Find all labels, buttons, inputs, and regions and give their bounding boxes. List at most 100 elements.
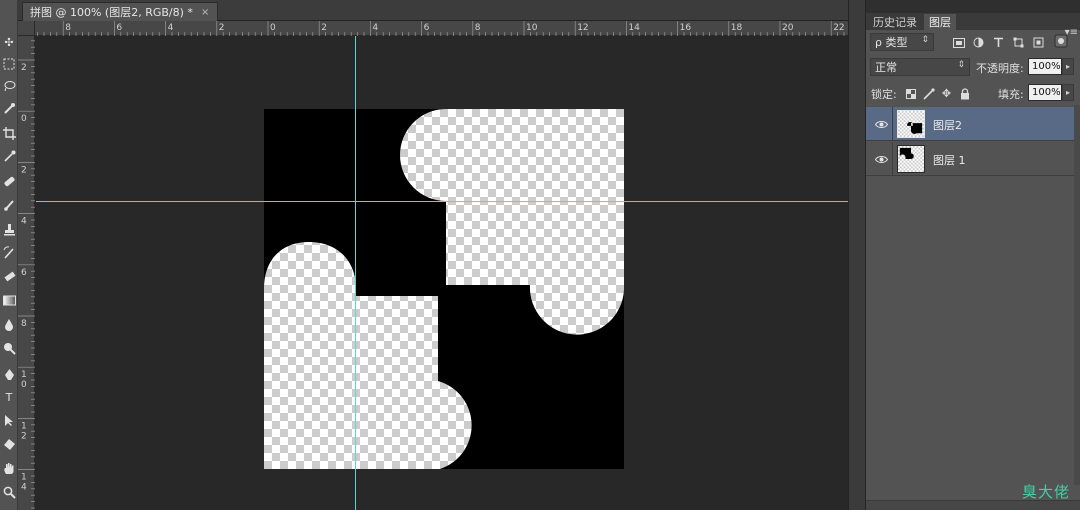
ruler-top-label: 2: [321, 23, 327, 33]
clone-stamp-tool-icon[interactable]: [1, 221, 17, 237]
pixel-filter-icon[interactable]: [952, 36, 965, 49]
fill-input[interactable]: 100%: [1028, 84, 1062, 101]
ruler-left-label: 0: [21, 114, 27, 124]
ruler-top-label: 10: [526, 23, 538, 33]
quick-select-tool-icon[interactable]: [1, 100, 17, 116]
ruler-top-label: 6: [116, 23, 122, 33]
visibility-eye-icon[interactable]: [874, 152, 888, 166]
ruler-left-label: 4: [21, 483, 27, 493]
pen-tool-icon[interactable]: [1, 366, 17, 382]
smart-object-filter-icon[interactable]: [1032, 36, 1045, 49]
visibility-eye-icon[interactable]: [874, 117, 888, 131]
zoom-tool-icon[interactable]: [1, 484, 17, 500]
type-filter-icon[interactable]: [992, 36, 1005, 49]
shape-tool-icon[interactable]: [1, 436, 17, 452]
layer-name[interactable]: 图层 1: [933, 152, 966, 168]
ruler-top-label: 20: [782, 23, 794, 33]
panel-top-strip: [866, 0, 1080, 13]
tools-panel: ✣ T: [0, 0, 18, 510]
layer-name[interactable]: 图层2: [933, 117, 962, 133]
lock-transparent-pixels-icon[interactable]: [904, 87, 917, 100]
chevron-updown-icon: ⇕: [921, 35, 929, 45]
layer-thumbnail: [897, 145, 925, 173]
lock-all-icon[interactable]: [958, 87, 971, 100]
lock-label: 锁定:: [871, 88, 897, 101]
opacity-input[interactable]: 100%: [1028, 58, 1062, 75]
row-divider: [892, 142, 893, 176]
ruler-top-label: 22: [833, 23, 844, 33]
fill-dropdown-icon[interactable]: ▸: [1062, 84, 1074, 101]
brush-tool-icon[interactable]: [1, 196, 17, 212]
close-icon[interactable]: ×: [201, 7, 209, 18]
history-brush-tool-icon[interactable]: [1, 244, 17, 260]
ruler-left-label: 4: [21, 217, 27, 227]
lock-image-pixels-icon[interactable]: [922, 87, 935, 100]
adjustment-filter-icon[interactable]: [972, 36, 985, 49]
ruler-left-label: 1: [21, 370, 27, 380]
opacity-label: 不透明度:: [976, 62, 1024, 75]
ruler-top-label: 18: [731, 23, 743, 33]
vertical-guide[interactable]: [355, 36, 356, 510]
ruler-top-label: 16: [680, 23, 692, 33]
filter-toggle-icon[interactable]: [1053, 34, 1069, 48]
horizontal-ruler[interactable]: 8 6 4 2 0 2 4 6 8 10 12 14 16 18 20 22: [18, 21, 848, 36]
ruler-top-label: 8: [475, 23, 481, 33]
layers-scrollbar[interactable]: [1074, 105, 1080, 485]
eraser-tool-icon[interactable]: [1, 268, 17, 284]
layers-panel: 历史记录 图层 ▾≡ ρ 类型 ⇕ 正常 ⇕ 不透明度: 100% ▸ 锁定: …: [866, 0, 1080, 510]
layer-filter-value: ρ 类型: [875, 36, 908, 49]
gradient-tool-icon[interactable]: [1, 292, 17, 308]
blend-mode-value: 正常: [875, 61, 897, 74]
watermark-text: 臭大佬: [1021, 483, 1070, 501]
ruler-top-label: 4: [168, 23, 174, 33]
tab-history[interactable]: 历史记录: [868, 14, 922, 30]
ruler-left-label: 1: [21, 421, 27, 431]
ruler-top-label: 14: [628, 23, 640, 33]
document-canvas[interactable]: [264, 109, 624, 469]
blur-tool-icon[interactable]: [1, 316, 17, 332]
ruler-left-label: 8: [21, 319, 27, 329]
hand-tool-icon[interactable]: [1, 460, 17, 476]
ruler-top-label: 2: [219, 23, 225, 33]
layer-thumbnail: [897, 110, 925, 138]
opacity-dropdown-icon[interactable]: ▸: [1062, 58, 1074, 75]
layer-filter-select[interactable]: ρ 类型 ⇕: [870, 33, 934, 51]
ruler-left-label: 6: [21, 268, 27, 278]
canvas-workspace[interactable]: [36, 36, 848, 510]
type-tool-icon[interactable]: T: [1, 389, 17, 405]
layer-row-layer2[interactable]: 图层2: [866, 107, 1074, 141]
shape-filter-icon[interactable]: [1012, 36, 1025, 49]
path-selection-tool-icon[interactable]: [1, 412, 17, 428]
ruler-top-label: 12: [577, 23, 588, 33]
vertical-ruler-ticks: 202468101214: [18, 40, 35, 509]
ruler-top-label: 4: [372, 23, 378, 33]
healing-brush-tool-icon[interactable]: [1, 173, 17, 189]
dodge-tool-icon[interactable]: [1, 340, 17, 356]
document-tab-bar: 拼图 @ 100% (图层2, RGB/8) * ×: [18, 0, 848, 21]
layer-row-layer1[interactable]: 图层 1: [866, 142, 1074, 176]
vertical-ruler[interactable]: 202468101214: [18, 36, 35, 510]
marquee-tool-icon[interactable]: [1, 56, 17, 72]
lock-position-icon[interactable]: ✥: [940, 87, 953, 100]
ruler-top-label: 8: [65, 23, 71, 33]
ruler-left-label: 1: [21, 473, 27, 483]
move-tool-icon[interactable]: ✣: [1, 34, 17, 50]
crop-tool-icon[interactable]: [1, 125, 17, 141]
panel-collapse-strip: [848, 0, 866, 510]
horizontal-guide[interactable]: [36, 201, 848, 202]
ruler-top-label: 0: [270, 23, 276, 33]
ruler-left-label: 0: [21, 380, 27, 390]
document-tab[interactable]: 拼图 @ 100% (图层2, RGB/8) * ×: [22, 2, 218, 21]
eyedropper-tool-icon[interactable]: [1, 148, 17, 164]
chevron-updown-icon: ⇕: [957, 60, 965, 70]
row-divider: [892, 107, 893, 141]
document-tab-title: 拼图 @ 100% (图层2, RGB/8) *: [30, 6, 193, 19]
fill-label: 填充:: [998, 88, 1024, 101]
ruler-top-label: 6: [424, 23, 430, 33]
ruler-origin-corner[interactable]: [18, 21, 35, 36]
ruler-left-label: 2: [21, 431, 27, 441]
lasso-tool-icon[interactable]: [1, 78, 17, 94]
tab-layers[interactable]: 图层: [924, 14, 956, 30]
panel-tab-strip: 历史记录 图层 ▾≡: [866, 13, 1080, 38]
blend-mode-select[interactable]: 正常 ⇕: [870, 58, 970, 76]
